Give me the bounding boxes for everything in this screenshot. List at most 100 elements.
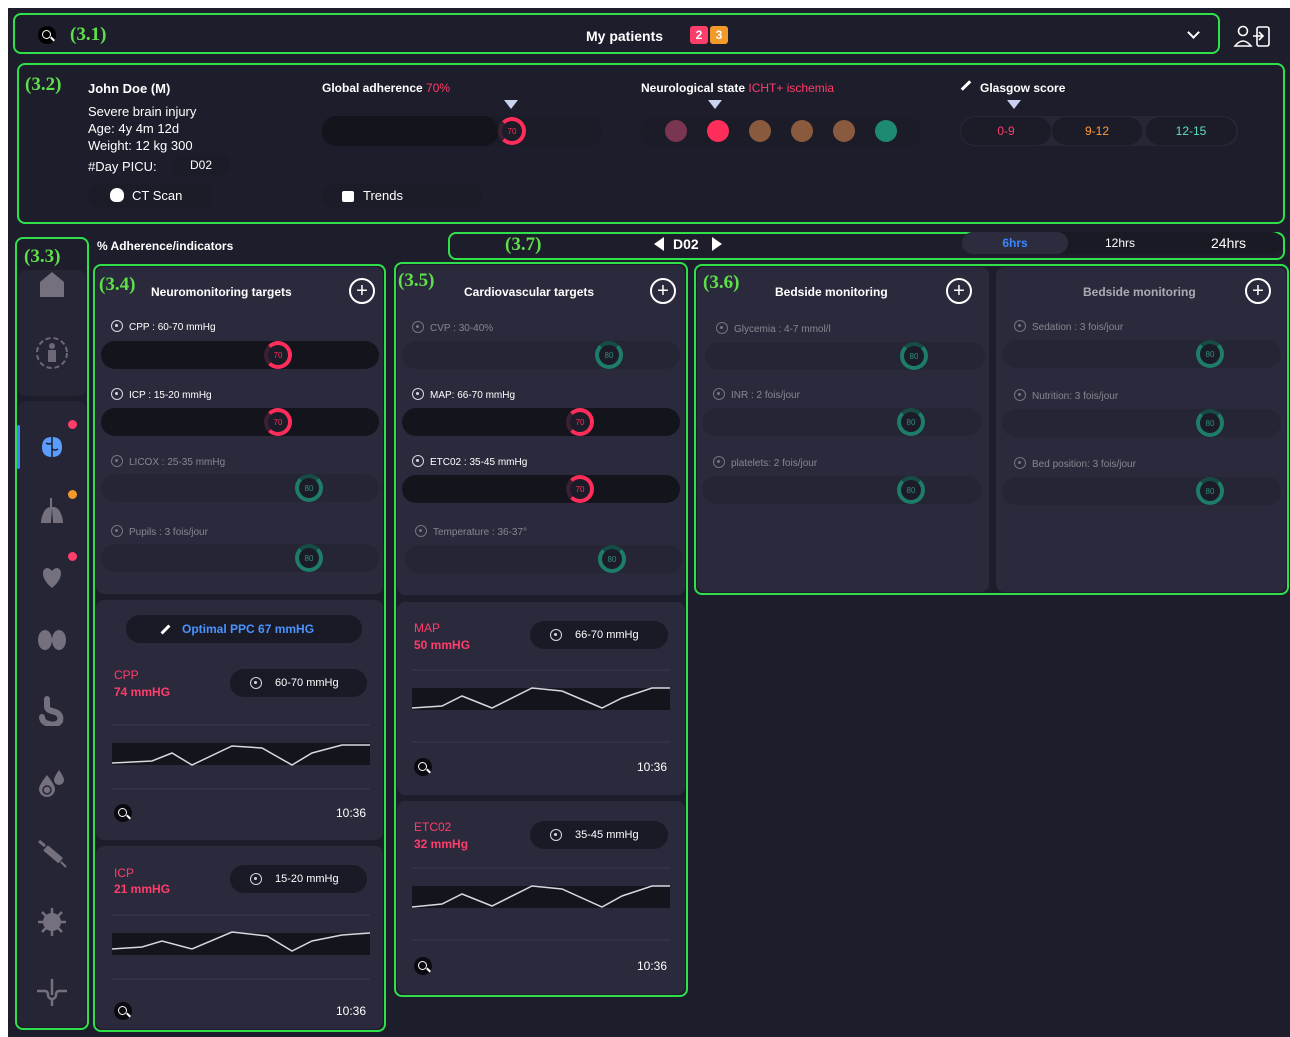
neuro-target-bar[interactable]: 80 (101, 544, 379, 572)
tab-6hrs[interactable]: 6hrs (962, 232, 1068, 254)
patient-body-icon[interactable] (34, 335, 70, 371)
cpp-zoom-icon[interactable] (114, 804, 132, 822)
patients-title[interactable]: My patients (586, 28, 663, 44)
picu-day-label: #Day PICU: (88, 159, 157, 174)
neuro-target-text: Pupils : 3 fois/jour (129, 527, 208, 538)
neuro-target-bar[interactable]: 70 (101, 408, 379, 436)
bedside-target-ring: 80 (1196, 340, 1224, 368)
patient-age: Age: 4y 4m 12d (88, 121, 180, 136)
bedside-target-ring: 80 (897, 408, 925, 436)
annotation-3-5: (3.5) (398, 270, 435, 291)
icp-zoom-icon[interactable] (114, 1002, 132, 1020)
cardio-target-text: CVP : 30-40% (430, 323, 494, 334)
target-icon (1014, 457, 1026, 469)
neuro-state-dot[interactable] (833, 120, 855, 142)
map-zoom-icon[interactable] (414, 758, 432, 776)
bedside-target-bar[interactable]: 80 (1002, 340, 1281, 368)
neuro-state-scale[interactable] (641, 116, 921, 146)
neuro-state-label: Neurological state (641, 81, 746, 95)
cardio-target-label: Temperature : 36-37° (415, 525, 527, 538)
neuro-target-bar[interactable]: 70 (101, 341, 379, 369)
neuro-state-dot[interactable] (707, 120, 729, 142)
stomach-icon[interactable] (34, 693, 70, 729)
neuro-state-dot[interactable] (875, 120, 897, 142)
trends-button[interactable]: Trends (322, 183, 482, 209)
ct-scan-button[interactable]: CT Scan (88, 183, 212, 209)
bedside-target-label: INR : 2 fois/jour (713, 388, 800, 401)
bedside-target-bar[interactable]: 80 (702, 408, 982, 436)
target-icon (713, 388, 725, 400)
etco2-sparkline (412, 867, 670, 941)
etco2-target-chip[interactable]: 35-45 mmHg (530, 821, 668, 849)
virus-icon[interactable] (34, 904, 70, 940)
neuro-state-value: ICHT+ ischemia (748, 81, 835, 95)
annotation-3-7: (3.7) (505, 234, 542, 255)
blood-drops-icon[interactable] (34, 765, 70, 801)
target-icon (713, 456, 725, 468)
target-icon (111, 320, 123, 332)
kidneys-icon[interactable] (34, 622, 70, 658)
brain-icon (110, 188, 124, 202)
add-bedside-button-1[interactable]: + (946, 278, 972, 304)
brain-nav-icon[interactable] (34, 429, 70, 465)
search-icon[interactable] (38, 26, 56, 44)
target-icon (716, 322, 728, 334)
lungs-icon[interactable] (34, 491, 70, 527)
neuro-state-dot[interactable] (749, 120, 771, 142)
cardio-target-bar[interactable]: 80 (405, 545, 683, 573)
tab-24hrs[interactable]: 24hrs (1211, 235, 1246, 251)
etco2-zoom-icon[interactable] (414, 957, 432, 975)
cpp-value: 74 mmHG (114, 685, 171, 699)
cardiovascular-title: Cardiovascular targets (464, 285, 595, 299)
target-icon (550, 629, 562, 641)
alert-badge-red[interactable]: 2 (690, 26, 708, 44)
neuro-target-label: LICOX : 25-35 mmHg (111, 455, 225, 468)
target-icon (111, 388, 123, 400)
annotation-3-1: (3.1) (70, 24, 107, 45)
tab-12hrs[interactable]: 12hrs (1105, 236, 1135, 250)
icp-target-text: 15-20 mmHg (275, 873, 339, 885)
add-neuro-target-button[interactable]: + (349, 278, 375, 304)
prev-day-icon[interactable] (654, 237, 664, 251)
cpp-target-chip[interactable]: 60-70 mmHg (230, 669, 367, 697)
icp-target-chip[interactable]: 15-20 mmHg (230, 865, 367, 893)
target-icon (250, 873, 262, 885)
bedside-target-bar[interactable]: 80 (705, 342, 985, 370)
bedside-target-text: Nutrition: 3 fois/jour (1032, 391, 1119, 402)
add-bedside-button-2[interactable]: + (1245, 278, 1271, 304)
bedside-target-bar[interactable]: 80 (702, 476, 982, 504)
neuro-state-title: Neurological state ICHT+ ischemia (641, 81, 834, 95)
icp-value: 21 mmHG (114, 882, 171, 896)
glasgow-range-9-12[interactable]: 9-12 (1052, 117, 1142, 145)
glasgow-range-0-9[interactable]: 0-9 (961, 117, 1051, 145)
neuro-target-ring: 80 (295, 474, 323, 502)
map-value: 50 mmHG (414, 638, 471, 652)
heart-icon[interactable] (34, 558, 70, 594)
map-target-chip[interactable]: 66-70 mmHg (530, 621, 668, 649)
bedside-title-1: Bedside monitoring (775, 285, 888, 299)
glasgow-range-12-15[interactable]: 12-15 (1146, 117, 1236, 145)
cardio-target-label: ETC02 : 35-45 mmHg (412, 455, 527, 468)
neuro-target-ring: 80 (295, 544, 323, 572)
add-cardio-target-button[interactable]: + (650, 278, 676, 304)
user-logout-icon[interactable] (1233, 24, 1273, 50)
neuro-state-dot[interactable] (791, 120, 813, 142)
cardio-target-bar[interactable]: 70 (402, 408, 680, 436)
glasgow-marker (1007, 100, 1021, 109)
patient-diagnosis: Severe brain injury (88, 104, 197, 119)
bedside-target-bar[interactable]: 80 (1002, 409, 1281, 437)
home-icon[interactable] (34, 266, 70, 302)
next-day-icon[interactable] (712, 237, 722, 251)
cardio-target-bar[interactable]: 70 (402, 475, 680, 503)
cardio-target-bar[interactable]: 80 (402, 341, 680, 369)
syringe-icon[interactable] (34, 836, 70, 872)
icp-sparkline (112, 914, 370, 980)
bedside-target-bar[interactable]: 80 (1002, 477, 1281, 505)
drain-icon[interactable] (34, 974, 70, 1010)
neuro-state-dot[interactable] (665, 120, 687, 142)
neuro-target-bar[interactable]: 80 (101, 474, 379, 502)
optimal-ppc-button[interactable]: Optimal PPC 67 mmHG (126, 615, 362, 643)
alert-badge-orange[interactable]: 3 (710, 26, 728, 44)
global-adherence-ring: 70 (498, 117, 526, 145)
bedside-target-ring: 80 (1196, 477, 1224, 505)
